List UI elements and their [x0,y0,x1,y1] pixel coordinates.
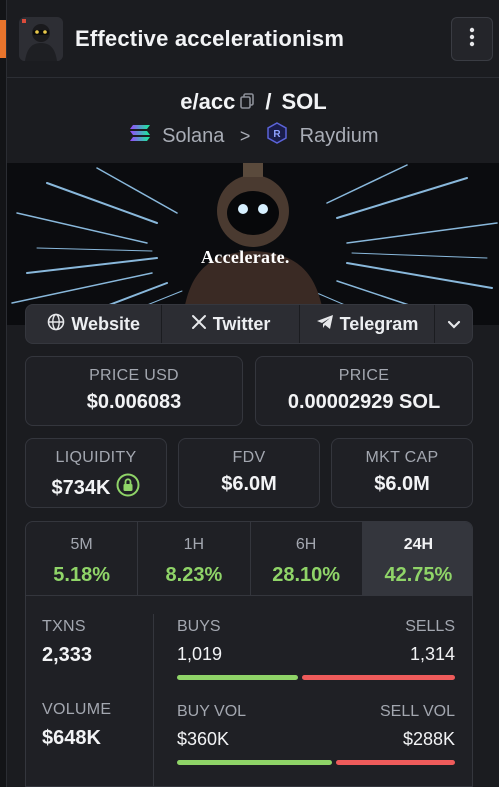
tab-change: 5.18% [53,564,110,586]
more-menu-button[interactable] [451,17,493,61]
vertical-dots-icon [469,27,475,52]
liquidity-label: LIQUIDITY [55,449,137,466]
pair-title: e/acc / SOL [7,88,499,115]
buys-label: BUYS [177,618,221,635]
sells-label: SELLS [405,618,455,635]
sell-vol-label: SELL VOL [379,703,455,720]
token-avatar [19,17,63,61]
pair-separator: / [265,89,272,115]
website-label: Website [71,313,141,334]
buy-vol-label: BUY VOL [177,703,247,720]
sell-vol-value: $288K [402,729,455,749]
price-native-value: 0.00002929 SOL [287,391,441,413]
globe-icon [47,313,65,336]
mkt-cap-card: MKT CAP $6.0M [331,438,473,508]
breadcrumb-chevron: > [239,125,251,146]
telegram-icon [316,314,334,335]
chain-breadcrumb: Solana > R Raydium [7,122,499,150]
stats-divider [153,614,154,786]
quote-symbol: SOL [281,89,327,115]
totals-column: TXNS 2,333 VOLUME $648K [42,618,152,750]
liquidity-value: $734K [51,476,111,499]
twitter-label: Twitter [212,313,271,334]
x-icon [191,314,207,335]
buys-sells-bar [177,675,455,680]
txns-label: TXNS [42,618,86,635]
buys-sells-split: BUYS SELLS 1,019 1,314 [177,618,455,680]
telegram-link[interactable]: Telegram [300,305,436,343]
tab-label: 24H [403,536,434,553]
txns-value: 2,333 [42,644,93,666]
liquidity-card: LIQUIDITY $734K [25,438,167,508]
telegram-label: Telegram [339,313,419,334]
price-native-card: PRICE 0.00002929 SOL [255,356,473,426]
tab-label: 1H [183,536,205,553]
tab-change: 8.23% [165,564,223,586]
timeframe-tabs: 5M 5.18% 1H 8.23% 6H 28.10% 24H 42.75% [26,522,472,596]
tab-1h[interactable]: 1H 8.23% [138,522,251,595]
mkt-cap-value: $6.0M [374,473,430,495]
copy-icon[interactable] [239,89,255,115]
tab-5m[interactable]: 5M 5.18% [26,522,139,595]
mkt-cap-label: MKT CAP [365,449,439,466]
sells-value: 1,314 [409,644,455,664]
tab-label: 5M [70,536,93,553]
fdv-card: FDV $6.0M [178,438,320,508]
buy-vol-value: $360K [177,729,230,749]
token-title: Effective accelerationism [75,26,345,51]
website-link[interactable]: Website [26,305,163,343]
txn-stats-panel: 5M 5.18% 1H 8.23% 6H 28.10% 24H 42.75% T… [25,521,473,787]
fdv-label: FDV [232,449,266,466]
base-symbol: e/acc [180,89,236,115]
sell-vol-bar-fill [335,760,455,765]
raydium-icon: R [266,122,288,150]
lock-icon[interactable] [116,473,140,503]
tab-change: 28.10% [272,564,341,586]
price-usd-value: $0.006083 [86,391,182,413]
dex-name[interactable]: Raydium [300,125,379,148]
tab-24h[interactable]: 24H 42.75% [362,522,472,595]
tab-6h[interactable]: 6H 28.10% [251,522,363,595]
price-usd-card: PRICE USD $0.006083 [25,356,243,426]
buy-sell-volume-bar [177,760,455,765]
svg-text:R: R [273,129,281,140]
sells-bar-fill [302,675,455,680]
expand-links-button[interactable] [435,305,472,343]
panel-header: Effective accelerationism [7,0,499,78]
tab-change: 42.75% [384,564,453,586]
volume-value: $648K [42,727,101,749]
fdv-value: $6.0M [221,473,277,495]
token-info-panel: Effective accelerationism e/acc / SOL Sol… [6,0,499,787]
twitter-link[interactable]: Twitter [162,305,300,343]
buy-sell-volume-split: BUY VOL SELL VOL $360K $288K [177,703,455,765]
buys-value: 1,019 [177,644,223,664]
volume-label: VOLUME [42,701,112,718]
price-usd-label: PRICE USD [89,367,179,384]
tab-label: 6H [295,536,317,553]
solana-icon [129,124,151,148]
token-banner-image: Accelerate. [7,163,499,325]
buy-vol-bar-fill [177,760,332,765]
liquidity-value-row: $734K [26,473,166,503]
chevron-down-icon [447,314,461,335]
chain-name[interactable]: Solana [162,125,224,148]
buys-bar-fill [177,675,299,680]
price-native-label: PRICE [338,367,390,384]
banner-caption: Accelerate. [201,247,290,267]
social-links-bar: Website Twitter Telegram [25,304,473,344]
